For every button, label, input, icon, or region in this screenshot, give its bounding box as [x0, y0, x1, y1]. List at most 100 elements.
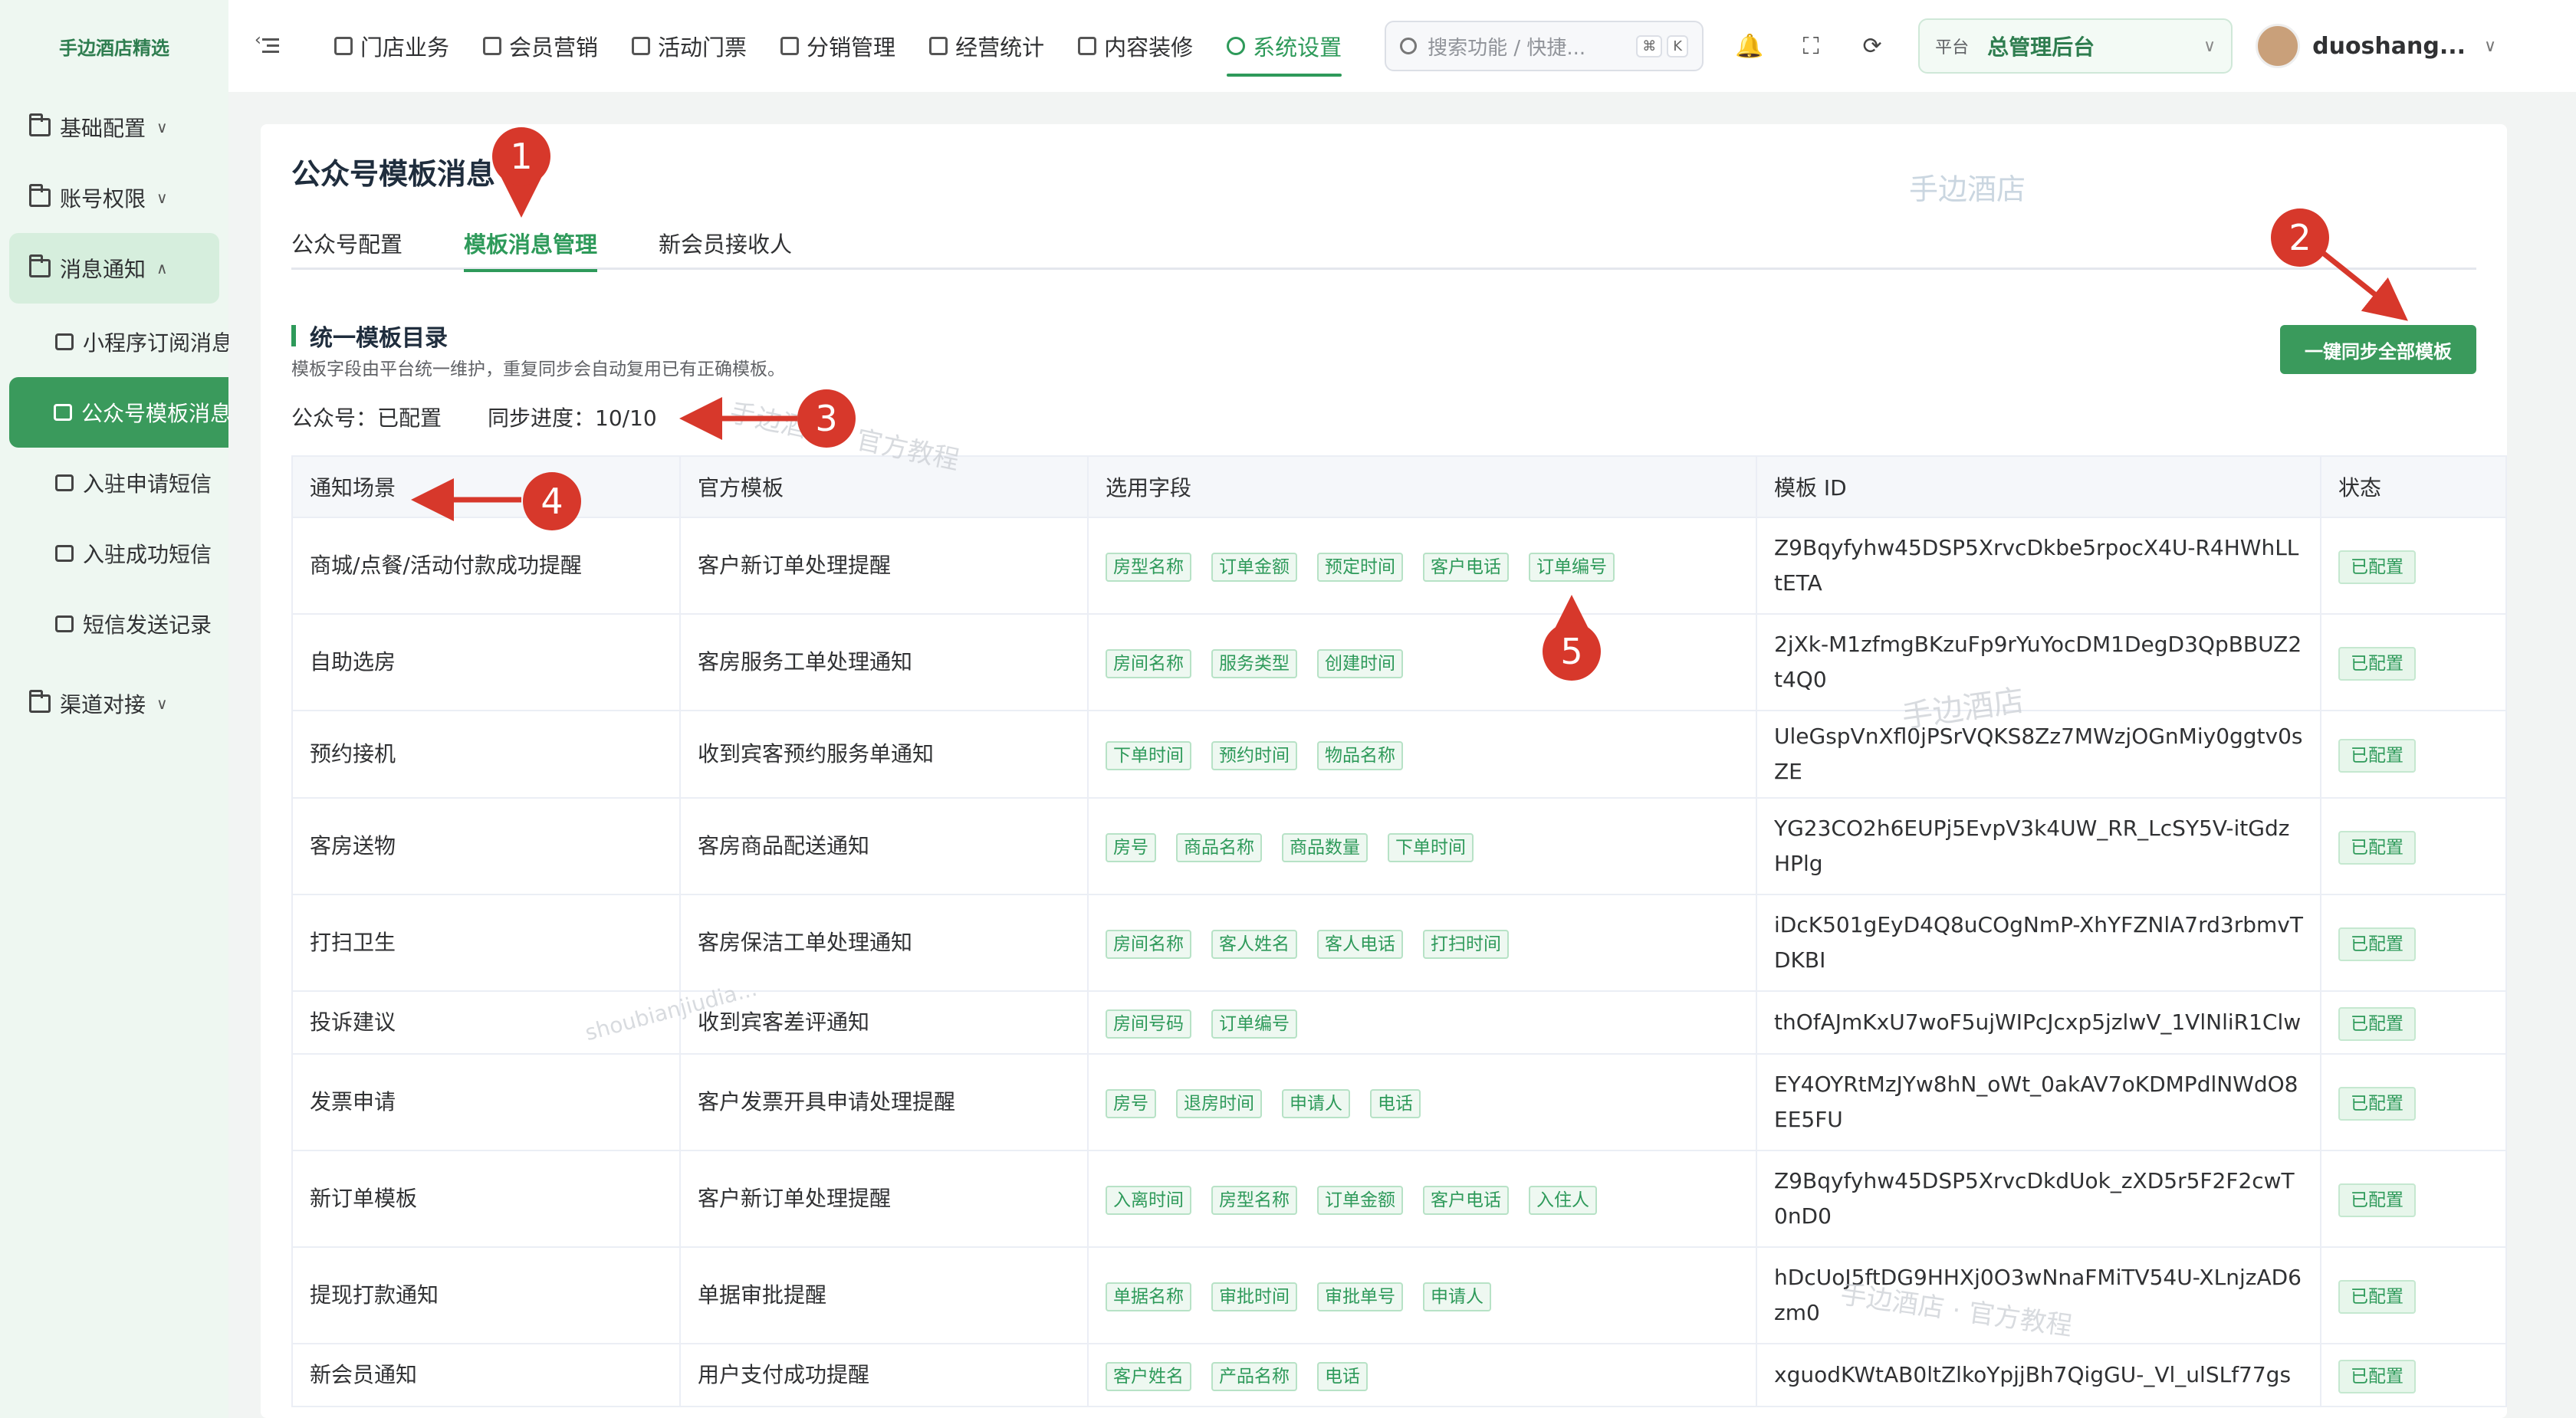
cell-fields: 房号 商品名称 商品数量 下单时间: [1087, 797, 1757, 895]
nav-label: 分销管理: [807, 34, 896, 61]
nav-label: 经营统计: [955, 34, 1045, 61]
menu-group-label: 基础配置: [60, 116, 146, 141]
watermark-logo: 手边酒店: [1909, 172, 2026, 206]
sidebar-item-label: 入驻成功短信: [83, 542, 212, 567]
field-tag: 下单时间: [1388, 833, 1474, 862]
field-tag: 订单金额: [1317, 1186, 1403, 1215]
sidebar-item-label: 短信发送记录: [83, 612, 212, 638]
cell-template-id: UleGspVnXfl0jPSrVQKS8Zz7MWzjOGnMiy0ggtv0…: [1756, 710, 2321, 799]
platform-select[interactable]: 平台 总管理后台 ∨: [1918, 18, 2233, 74]
cell-fields: 客户姓名 产品名称 电话: [1087, 1343, 1757, 1407]
field-tag: 订单编号: [1529, 553, 1615, 582]
topbar: 门店业务 会员营销 活动门票 分销管理 经营统计 内容装修 系统设置 搜索功能 …: [228, 0, 2576, 92]
field-tag: 申请人: [1423, 1282, 1491, 1311]
nav-statistics[interactable]: 经营统计: [912, 0, 1061, 92]
template-table: 通知场景 官方模板 选用字段 模板 ID 状态 商城/点餐/活动付款成功提醒 客户…: [291, 455, 2507, 1407]
section-header: 统一模板目录: [291, 319, 448, 353]
store-icon: [334, 37, 353, 55]
field-tag: 入离时间: [1106, 1186, 1191, 1215]
sync-progress: 同步进度：10/10: [488, 405, 657, 431]
chevron-up-icon: ∧: [156, 259, 168, 277]
tab-template-management[interactable]: 模板消息管理: [464, 216, 598, 272]
field-tag: 入住人: [1529, 1186, 1597, 1215]
bell-icon[interactable]: 🔔: [1719, 21, 1780, 71]
cell-template-id: YG23CO2h6EUPj5EvpV3k4UW_RR_LcSY5V-itGdzH…: [1756, 797, 2321, 895]
nav-system-settings[interactable]: 系统设置: [1210, 0, 1359, 92]
field-tag: 房号: [1106, 1089, 1156, 1118]
nav-store-business[interactable]: 门店业务: [317, 0, 466, 92]
section-title: 统一模板目录: [310, 325, 448, 352]
section-bar: [291, 325, 296, 346]
top-nav: 门店业务 会员营销 活动门票 分销管理 经营统计 内容装修 系统设置: [317, 0, 1359, 92]
sidebar-item-official-template[interactable]: 公众号模板消息: [9, 377, 228, 448]
field-tag: 客户电话: [1423, 1186, 1509, 1215]
status-badge: 已配置: [2338, 646, 2416, 681]
tab-official-config[interactable]: 公众号配置: [291, 216, 402, 270]
tab-new-member-receiver[interactable]: 新会员接收人: [659, 216, 792, 270]
menu-group-label: 渠道对接: [60, 692, 146, 717]
cell-template: 客户新订单处理提醒: [679, 517, 1089, 615]
nav-label: 内容装修: [1104, 34, 1194, 61]
nav-label: 门店业务: [360, 34, 450, 61]
status-badge: 已配置: [2338, 830, 2416, 865]
nav-distribution[interactable]: 分销管理: [764, 0, 912, 92]
chevron-down-icon: ∨: [2484, 36, 2497, 56]
field-tag: 订单金额: [1211, 553, 1297, 582]
table-row: 商城/点餐/活动付款成功提醒 客户新订单处理提醒 房型名称 订单金额 预定时间 客户电话订…: [291, 517, 2507, 615]
table-row: 新会员通知 用户支付成功提醒 客户姓名 产品名称 电话 xguodKWtAB0ltZlko…: [291, 1343, 2507, 1407]
sidebar: 手边酒店精选 基础配置 ∨ 账号权限 ∨ 消息通知 ∧ 小程序订阅消息 公众号模…: [0, 0, 228, 1418]
search-icon: [1400, 38, 1418, 54]
column-header: 官方模板: [679, 455, 1089, 518]
menu-group-basic-config[interactable]: 基础配置 ∨: [0, 92, 228, 162]
fullscreen-icon[interactable]: ⛶: [1780, 21, 1842, 71]
cell-status: 已配置: [2320, 1053, 2507, 1151]
user-menu[interactable]: duoshang... ∨: [2256, 24, 2496, 68]
sidebar-item-sms-log[interactable]: 短信发送记录: [0, 589, 228, 659]
chevron-down-icon: ∨: [156, 118, 168, 136]
sidebar-item-miniprogram-msg[interactable]: 小程序订阅消息: [0, 307, 228, 377]
sidebar-item-label: 入驻申请短信: [83, 471, 212, 497]
avatar: [2256, 24, 2301, 68]
field-tag: 房号: [1106, 833, 1156, 862]
field-tag: 商品名称: [1176, 833, 1262, 862]
message-icon: [55, 333, 74, 350]
sidebar-item-label: 小程序订阅消息: [83, 330, 228, 356]
collapse-menu-icon[interactable]: [255, 31, 279, 55]
cell-template: 用户支付成功提醒: [679, 1343, 1089, 1407]
status-badge: 已配置: [2338, 927, 2416, 961]
menu-group-account[interactable]: 账号权限 ∨: [0, 162, 228, 233]
cell-template-id: Z9Bqyfyhw45DSP5XrvcDkbe5rpocX4U-R4HWhLLt…: [1756, 517, 2321, 615]
cell-fields: 房型名称 订单金额 预定时间 客户电话 订单编号: [1087, 517, 1757, 615]
column-header: 通知场景: [291, 455, 681, 518]
field-tag: 客人电话: [1317, 930, 1403, 959]
cell-template-id: xguodKWtAB0ltZlkoYpjjBh7QigGU-_Vl_ulSLf7…: [1756, 1343, 2321, 1407]
annotation-badge: 4: [523, 472, 581, 530]
cell-scene: 新会员通知: [291, 1343, 681, 1407]
nav-content-decor[interactable]: 内容装修: [1061, 0, 1210, 92]
menu-group-notifications[interactable]: 消息通知 ∧: [9, 233, 219, 304]
refresh-icon[interactable]: ⟳: [1842, 21, 1903, 71]
menu-group-label: 消息通知: [60, 257, 146, 282]
search-input[interactable]: 搜索功能 / 快捷... ⌘ K: [1385, 21, 1704, 71]
sidebar-item-success-sms[interactable]: 入驻成功短信: [0, 518, 228, 589]
brush-icon: [1078, 37, 1097, 55]
cell-fields: 房间号码 订单编号: [1087, 990, 1757, 1055]
brand-logo: 手边酒店精选: [59, 37, 169, 59]
folder-icon: [29, 184, 51, 207]
cell-scene: 新订单模板: [291, 1150, 681, 1248]
cell-status: 已配置: [2320, 517, 2507, 615]
annotation-badge: 3: [797, 389, 856, 448]
sync-all-button[interactable]: 一键同步全部模板: [2280, 325, 2476, 374]
nav-member-marketing[interactable]: 会员营销: [466, 0, 615, 92]
menu-group-channel[interactable]: 渠道对接 ∨: [0, 668, 228, 739]
nav-label: 会员营销: [509, 34, 599, 61]
field-tag: 审批单号: [1317, 1282, 1403, 1311]
field-tag: 客户姓名: [1106, 1362, 1191, 1391]
cell-status: 已配置: [2320, 1343, 2507, 1407]
cell-template-id: 2jXk-M1zfmgBKzuFp9rYuYocDM1DegD3QpBBUZ2t…: [1756, 613, 2321, 711]
cell-status: 已配置: [2320, 894, 2507, 992]
nav-activity-tickets[interactable]: 活动门票: [615, 0, 764, 92]
field-tag: 服务类型: [1211, 649, 1297, 678]
sidebar-item-apply-sms[interactable]: 入驻申请短信: [0, 448, 228, 518]
table-row: 客房送物 客房商品配送通知 房号 商品名称 商品数量 下单时间 YG23CO2h6EUPj5…: [291, 797, 2507, 895]
